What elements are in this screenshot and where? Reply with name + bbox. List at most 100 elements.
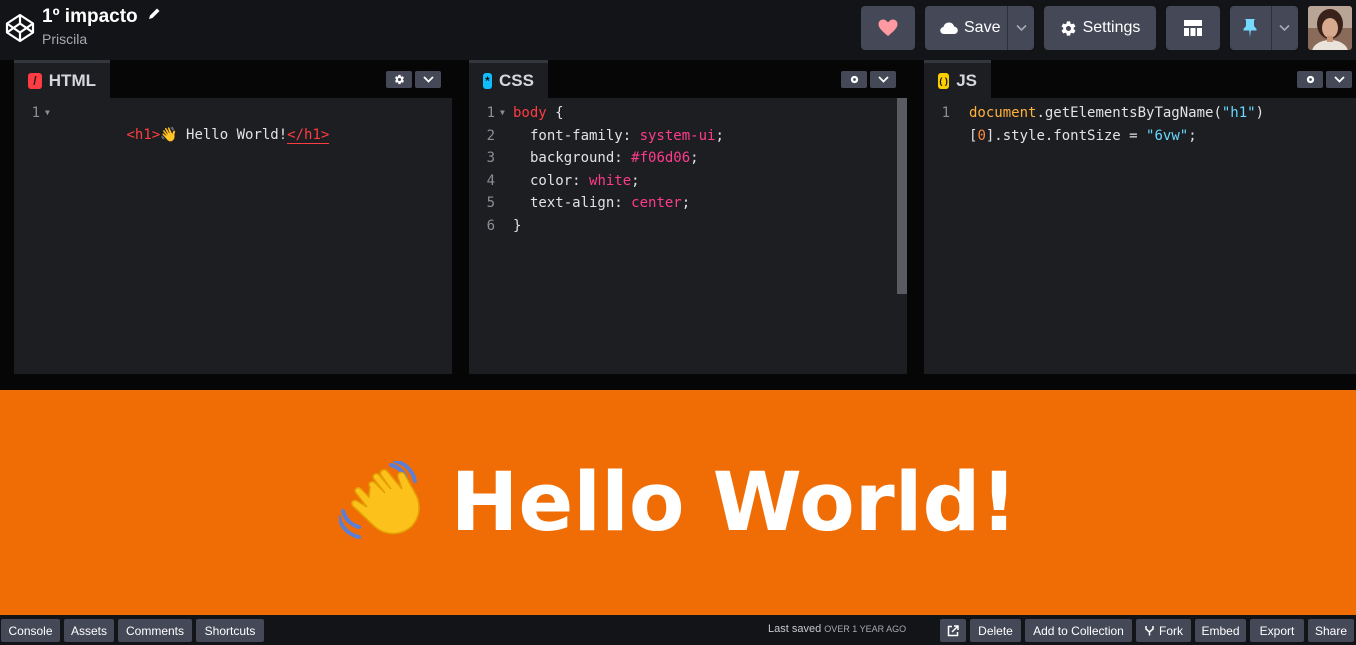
line-number: 1 <box>486 105 495 121</box>
preview-heading: Hello World! <box>0 390 1356 615</box>
save-split-divider <box>1007 6 1008 50</box>
css-close-brace: } <box>513 218 522 234</box>
css-scrollbar[interactable] <box>897 98 907 294</box>
love-button[interactable] <box>861 6 915 50</box>
line-number: 3 <box>486 150 495 166</box>
avatar-image <box>1308 6 1352 50</box>
css-tab-bar: * CSS <box>469 60 907 98</box>
delete-button[interactable]: Delete <box>970 619 1021 642</box>
chevron-down-icon <box>422 76 434 83</box>
fold-arrow-icon[interactable]: ▼ <box>45 102 50 124</box>
gear-icon <box>1061 20 1075 36</box>
html-editor-pane: / HTML 1 ▼ <h1>👋 Hello World!</h1> <box>14 60 452 374</box>
tab-js-label: JS <box>956 70 977 90</box>
tab-css-label: CSS <box>499 70 534 90</box>
layout-button[interactable] <box>1166 6 1220 50</box>
js-settings-button[interactable] <box>1297 71 1323 88</box>
pen-title-block: 1º impacto Priscila <box>42 6 161 47</box>
top-header: 1º impacto Priscila Save Settings <box>0 0 1356 60</box>
embed-button[interactable]: Embed <box>1195 619 1246 642</box>
chevron-down-icon <box>1333 76 1345 83</box>
css-collapse-button[interactable] <box>870 71 896 88</box>
html-code[interactable]: 1 ▼ <h1>👋 Hello World!</h1> <box>14 98 452 374</box>
js-string: "h1" <box>1221 105 1256 121</box>
shortcuts-button[interactable]: Shortcuts <box>196 619 264 642</box>
open-external-button[interactable] <box>940 619 966 642</box>
chevron-down-icon[interactable] <box>1016 24 1027 32</box>
save-button[interactable]: Save <box>925 6 1034 50</box>
gear-icon <box>394 74 404 85</box>
save-label: Save <box>964 19 1001 36</box>
pin-split-divider <box>1271 6 1272 50</box>
js-index-number: 0 <box>977 128 986 144</box>
js-editor-pane: ( ) JS 1 document.getElementsByTagName("… <box>924 60 1356 374</box>
add-to-collection-button[interactable]: Add to Collection <box>1025 619 1132 642</box>
line-number: 5 <box>486 195 495 211</box>
gear-icon <box>1306 75 1314 84</box>
tab-css[interactable]: * CSS <box>469 60 548 98</box>
css-prop-name: background <box>530 150 615 166</box>
js-tab-bar: ( ) JS <box>924 60 1356 98</box>
line-number: 6 <box>486 218 495 234</box>
js-collapse-button[interactable] <box>1326 71 1352 88</box>
preview-heading-text: Hello World! <box>450 455 1018 550</box>
css-settings-button[interactable] <box>841 71 867 88</box>
code-line: <h1>👋 Hello World!</h1> <box>59 102 330 144</box>
js-method: .getElementsByTagName( <box>1036 105 1222 121</box>
saved-prefix: Last saved <box>768 623 822 635</box>
html-settings-button[interactable] <box>386 71 412 88</box>
line-number: 4 <box>486 173 495 189</box>
preview-resizer[interactable] <box>0 374 1356 390</box>
export-button[interactable]: Export <box>1250 619 1304 642</box>
code-line: font-family: system-ui; <box>530 128 724 144</box>
user-avatar[interactable] <box>1308 6 1352 50</box>
comments-button[interactable]: Comments <box>118 619 192 642</box>
css-open-brace: { <box>546 105 564 121</box>
html-collapse-button[interactable] <box>415 71 441 88</box>
fork-button[interactable]: Fork <box>1136 619 1191 642</box>
edit-pencil-icon[interactable] <box>148 7 161 20</box>
tab-html[interactable]: / HTML <box>14 60 110 98</box>
editor-area: / HTML 1 ▼ <h1>👋 Hello World!</h1> * CSS <box>0 60 1356 374</box>
console-button[interactable]: Console <box>1 619 60 642</box>
result-preview: Hello World! <box>0 390 1356 615</box>
tab-js[interactable]: ( ) JS <box>924 60 991 98</box>
html-content: 👋 Hello World! <box>160 127 288 143</box>
css-code[interactable]: 1 ▼ body { 2 font-family: system-ui; 3 b… <box>469 98 907 374</box>
chevron-down-icon <box>877 76 889 83</box>
line-number: 2 <box>486 128 495 144</box>
js-object: document <box>969 105 1037 121</box>
pin-button[interactable] <box>1230 6 1298 50</box>
external-link-icon <box>947 624 959 636</box>
css-prop-name: text-align <box>530 195 615 211</box>
code-line: document.getElementsByTagName("h1") <box>969 102 1264 124</box>
heart-icon <box>878 19 898 36</box>
saved-when: over 1 year ago <box>824 624 907 634</box>
code-line: background: #f06d06; <box>530 150 699 166</box>
fold-arrow-icon[interactable]: ▼ <box>500 102 505 124</box>
css-editor-pane: * CSS 1 ▼ body { 2 font-family: system-u… <box>469 60 907 374</box>
js-value-string: "6vw" <box>1146 128 1189 144</box>
settings-button[interactable]: Settings <box>1044 6 1156 50</box>
css-prop-value: center <box>631 195 682 211</box>
css-prop-value: white <box>589 173 632 189</box>
css-prop-value: #f06d06 <box>631 150 691 166</box>
chevron-down-icon[interactable] <box>1279 24 1290 32</box>
pen-author[interactable]: Priscila <box>42 31 161 47</box>
pen-title[interactable]: 1º impacto <box>42 6 138 28</box>
share-button[interactable]: Share <box>1308 619 1354 642</box>
code-line: } <box>513 215 521 237</box>
line-number: 1 <box>31 105 40 121</box>
gear-icon <box>850 75 858 84</box>
waving-hand-icon <box>338 460 420 539</box>
fork-icon <box>1145 626 1154 636</box>
tab-html-label: HTML <box>48 70 96 90</box>
css-prop-name: color <box>530 173 573 189</box>
js-code[interactable]: 1 document.getElementsByTagName("h1") [0… <box>924 98 1356 374</box>
code-line: body { <box>513 102 564 124</box>
codepen-logo-icon[interactable] <box>4 12 36 44</box>
line-number: 1 <box>941 105 950 121</box>
html-open-tag: <h1> <box>126 127 161 143</box>
assets-button[interactable]: Assets <box>64 619 114 642</box>
html-tab-bar: / HTML <box>14 60 452 98</box>
